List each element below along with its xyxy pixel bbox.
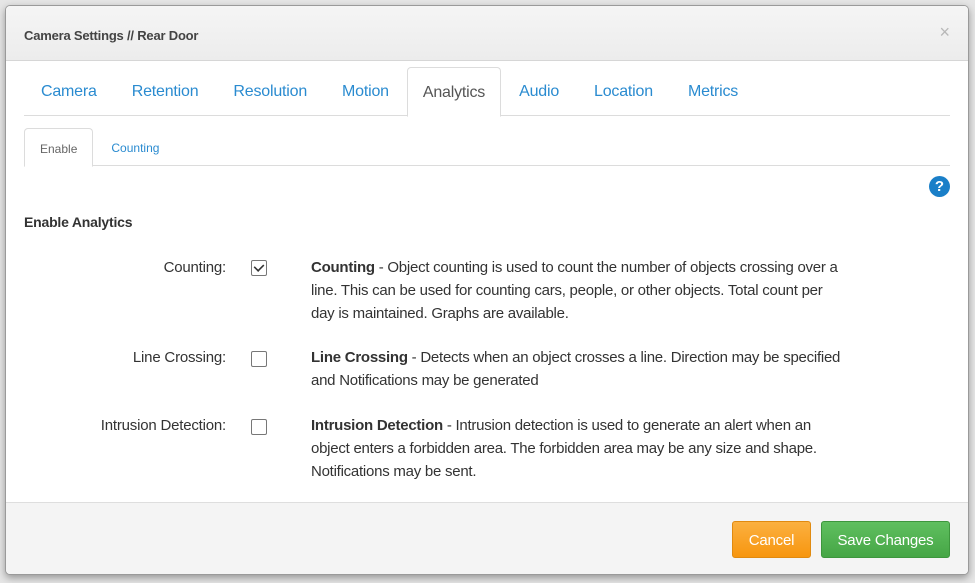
tab-audio[interactable]: Audio xyxy=(502,67,576,116)
option-label: Line Crossing: xyxy=(132,349,226,366)
camera-settings-modal: Camera Settings // Rear Door × Camera Re… xyxy=(5,5,969,575)
option-description: Counting - Object counting is used to co… xyxy=(311,256,841,325)
option-description-title: Counting xyxy=(311,259,375,276)
option-label: Counting: xyxy=(163,259,227,276)
settings-tabs: Camera Retention Resolution Motion Analy… xyxy=(24,67,950,117)
line-crossing-checkbox[interactable] xyxy=(251,351,267,367)
tab-resolution[interactable]: Resolution xyxy=(216,67,324,116)
option-label: Intrusion Detection: xyxy=(100,417,226,434)
option-description: Line Crossing - Detects when an object c… xyxy=(311,346,841,392)
tab-retention[interactable]: Retention xyxy=(115,67,216,116)
modal-title: Camera Settings // Rear Door xyxy=(24,28,199,43)
subtab-enable[interactable]: Enable xyxy=(24,128,94,167)
help-icon[interactable]: ? xyxy=(929,176,950,197)
option-description-text: - Object counting is used to count the n… xyxy=(311,259,838,322)
save-changes-button[interactable]: Save Changes xyxy=(821,521,950,558)
modal-footer: Cancel Save Changes xyxy=(6,502,968,574)
checkmark-icon xyxy=(253,261,265,272)
option-description: Intrusion Detection - Intrusion detectio… xyxy=(311,414,841,483)
option-description-title: Intrusion Detection xyxy=(311,417,443,434)
cancel-button[interactable]: Cancel xyxy=(732,521,811,558)
tab-camera[interactable]: Camera xyxy=(24,67,114,116)
analytics-subtabs: Enable Counting xyxy=(24,128,950,167)
modal-header: Camera Settings // Rear Door × xyxy=(6,6,968,61)
subtab-counting[interactable]: Counting xyxy=(95,128,175,166)
tab-analytics[interactable]: Analytics xyxy=(406,67,502,117)
tab-metrics[interactable]: Metrics xyxy=(671,67,755,116)
option-description-title: Line Crossing xyxy=(311,349,408,366)
tab-motion[interactable]: Motion xyxy=(325,67,406,116)
intrusion-detection-checkbox[interactable] xyxy=(251,419,267,435)
counting-checkbox[interactable] xyxy=(251,260,267,276)
section-title: Enable Analytics xyxy=(24,214,133,230)
tab-location[interactable]: Location xyxy=(577,67,670,116)
close-icon[interactable]: × xyxy=(939,22,950,42)
